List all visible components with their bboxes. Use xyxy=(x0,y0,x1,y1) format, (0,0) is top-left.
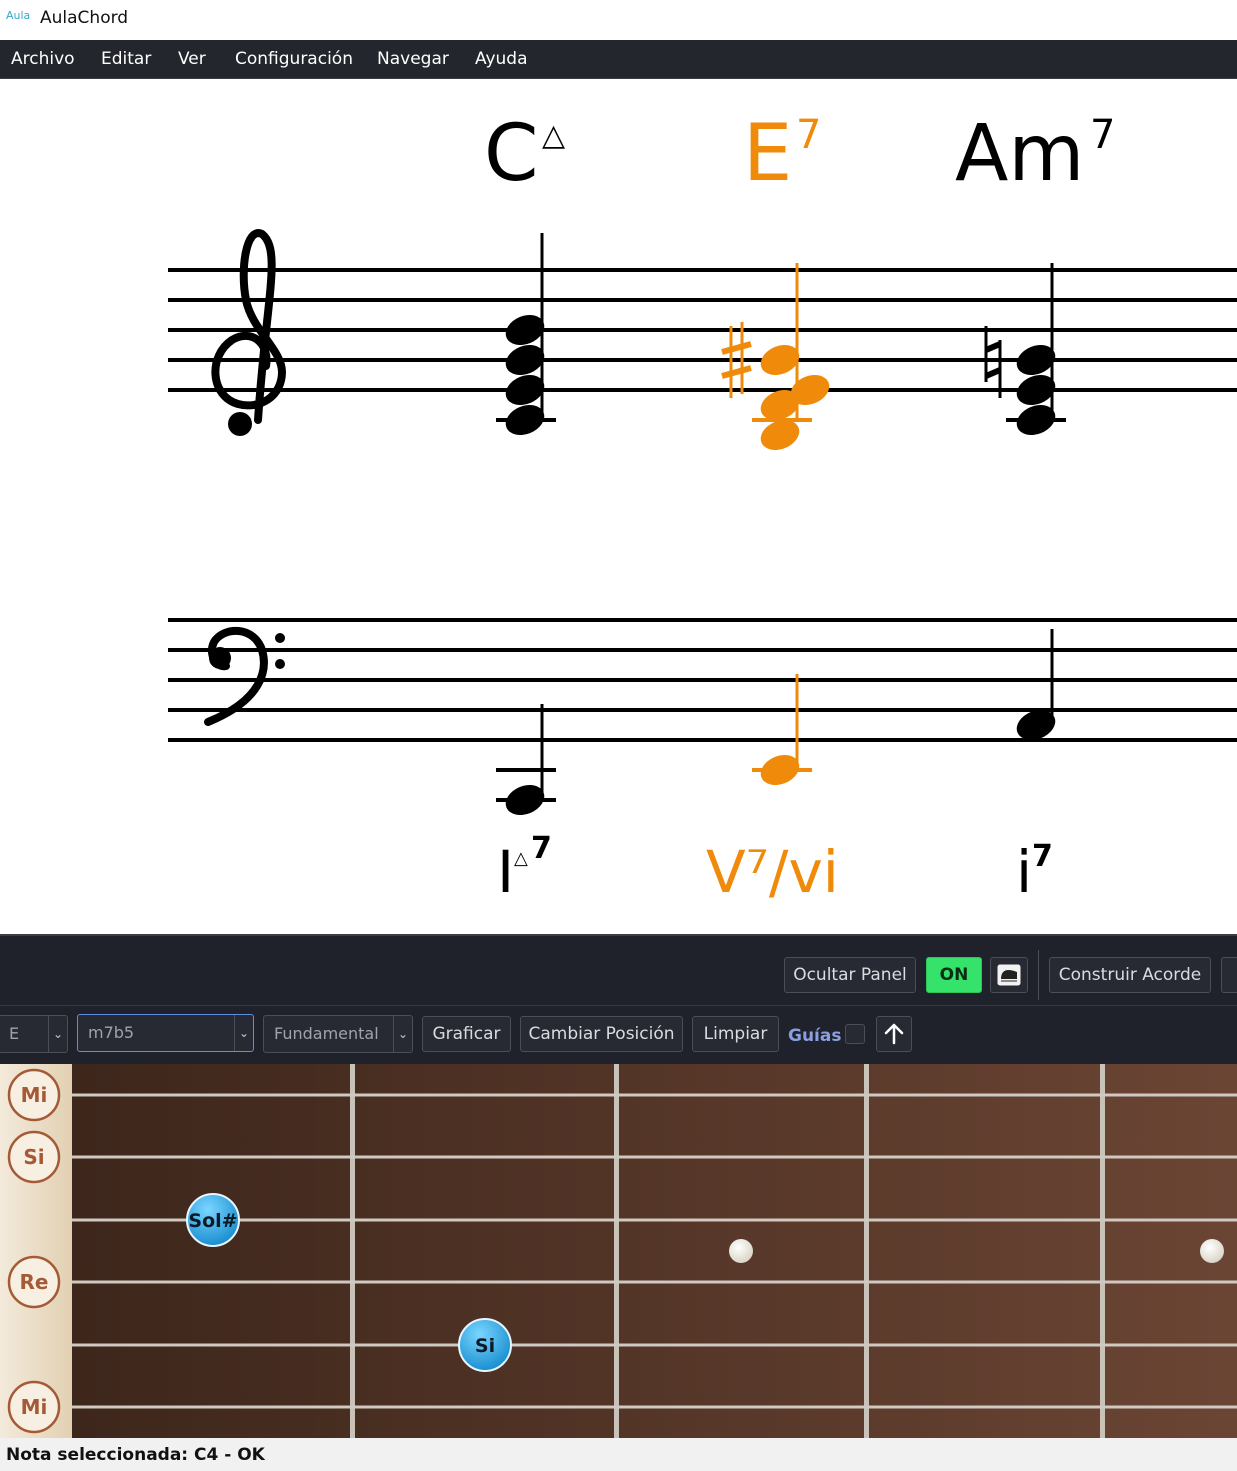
svg-text:Si: Si xyxy=(23,1145,44,1169)
clear-button[interactable]: Limpiar xyxy=(692,1016,779,1052)
fret-wire xyxy=(614,1064,619,1438)
guides-label: Guías xyxy=(788,1026,842,1046)
chord-2-bass-note[interactable] xyxy=(752,674,812,790)
menu-navegar[interactable]: Navegar xyxy=(377,49,449,69)
chevron-down-icon: ⌄ xyxy=(48,1016,67,1052)
change-position-button[interactable]: Cambiar Posición xyxy=(520,1016,683,1052)
chord-symbol-root-1: C xyxy=(484,109,538,199)
on-toggle-button[interactable]: ON xyxy=(926,957,982,993)
menu-ayuda[interactable]: Ayuda xyxy=(475,49,528,69)
chord-symbol-root-3: Am xyxy=(955,109,1084,199)
menu-ver[interactable]: Ver xyxy=(178,49,206,69)
guitar-string xyxy=(72,1343,1237,1347)
guitar-string xyxy=(72,1155,1237,1159)
chord-symbol-quality-3: 7 xyxy=(1090,112,1115,158)
chord-symbol-root-2: E xyxy=(743,109,792,199)
quality-select-value: m7b5 xyxy=(88,1023,135,1042)
inlay-dot xyxy=(1200,1239,1224,1263)
score-area[interactable]: C △ E 7 Am 7 I △ 7 V⁷/vi i 7 xyxy=(0,79,1237,934)
chevron-down-icon: ⌄ xyxy=(234,1015,253,1051)
inlay-dot xyxy=(729,1239,753,1263)
fret-wire xyxy=(1100,1064,1105,1438)
svg-text:Mi: Mi xyxy=(21,1395,48,1419)
string-name-label[interactable]: Re xyxy=(7,1255,61,1309)
hide-panel-button[interactable]: Ocultar Panel xyxy=(784,957,916,993)
panel-divider xyxy=(1038,950,1039,1000)
svg-text:Sol#: Sol# xyxy=(188,1210,237,1232)
status-text: Nota seleccionada: C4 - OK xyxy=(6,1445,265,1465)
guides-checkbox[interactable] xyxy=(845,1024,865,1044)
fretboard-note[interactable]: Sol# xyxy=(186,1193,240,1247)
chord-3-bass-note[interactable] xyxy=(1012,629,1060,745)
analysis-1-sup: 7 xyxy=(531,831,552,866)
build-chord-button[interactable]: Construir Acorde xyxy=(1049,957,1211,993)
fretboard-wood xyxy=(72,1064,1237,1438)
chord-1-bass-note[interactable] xyxy=(496,704,556,820)
menu-editar[interactable]: Editar xyxy=(101,49,151,69)
analysis-2-base: V⁷/vi xyxy=(706,838,839,906)
guitar-string xyxy=(72,1218,1237,1222)
menu-bar: Archivo Editar Ver Configuración Navegar… xyxy=(0,40,1237,79)
arrow-up-icon xyxy=(884,1023,904,1045)
chord-symbol-quality-2: 7 xyxy=(796,112,821,158)
piano-icon xyxy=(997,964,1021,986)
bass-staff xyxy=(168,618,1237,742)
piano-button[interactable] xyxy=(990,957,1028,993)
menu-archivo[interactable]: Archivo xyxy=(11,49,75,69)
fret-wire xyxy=(864,1064,869,1438)
treble-clef-icon xyxy=(211,229,287,436)
chord-controls: E ⌄ m7b5 ⌄ Fundamental ⌄ Graficar Cambia… xyxy=(0,1005,1237,1065)
fret-wire xyxy=(350,1064,355,1438)
overflow-button[interactable] xyxy=(1221,957,1237,993)
string-name-label[interactable]: Mi xyxy=(7,1068,61,1122)
guitar-string xyxy=(72,1280,1237,1284)
fretboard-note[interactable]: Si xyxy=(458,1318,512,1372)
svg-text:Mi: Mi xyxy=(21,1083,48,1107)
title-bar: Aula AulaChord xyxy=(0,0,1237,40)
plot-button[interactable]: Graficar xyxy=(422,1016,511,1052)
guitar-string xyxy=(72,1405,1237,1409)
chevron-down-icon: ⌄ xyxy=(393,1016,412,1052)
fretboard-svg[interactable]: Mi Si Re Mi Sol# Si xyxy=(0,1064,1237,1438)
root-select[interactable]: E ⌄ xyxy=(0,1015,68,1053)
analysis-3-base: i xyxy=(1016,838,1032,906)
analysis-1-small: △ xyxy=(514,848,528,869)
analysis-3-sup: 7 xyxy=(1032,839,1053,874)
analysis-1-base: I xyxy=(497,838,514,906)
fretboard[interactable]: Mi Si Re Mi Sol# Si xyxy=(0,1064,1237,1438)
string-name-label[interactable]: Si xyxy=(7,1130,61,1184)
position-select-value: Fundamental xyxy=(274,1024,379,1043)
app-logo: Aula xyxy=(6,9,31,22)
status-bar: Nota seleccionada: C4 - OK xyxy=(0,1438,1237,1471)
chord-1-treble-notes[interactable] xyxy=(496,233,556,440)
string-name-label[interactable]: Mi xyxy=(7,1380,61,1434)
position-select[interactable]: Fundamental ⌄ xyxy=(263,1015,413,1053)
menu-configuracion[interactable]: Configuración xyxy=(235,49,353,69)
chord-3-treble-notes[interactable] xyxy=(984,263,1066,440)
svg-text:Re: Re xyxy=(20,1270,49,1294)
up-arrow-button[interactable] xyxy=(876,1016,912,1052)
guitar-string xyxy=(72,1093,1237,1097)
quality-select[interactable]: m7b5 ⌄ xyxy=(77,1014,254,1052)
treble-staff xyxy=(168,268,1237,392)
root-select-value: E xyxy=(9,1024,20,1043)
panel-header: Ocultar Panel ON Construir Acorde xyxy=(0,934,1237,1006)
app-title: AulaChord xyxy=(40,8,129,28)
svg-text:Si: Si xyxy=(475,1335,495,1357)
score-svg[interactable]: C △ E 7 Am 7 I △ 7 V⁷/vi i 7 xyxy=(0,79,1237,934)
chord-symbol-quality-1: △ xyxy=(542,118,565,153)
